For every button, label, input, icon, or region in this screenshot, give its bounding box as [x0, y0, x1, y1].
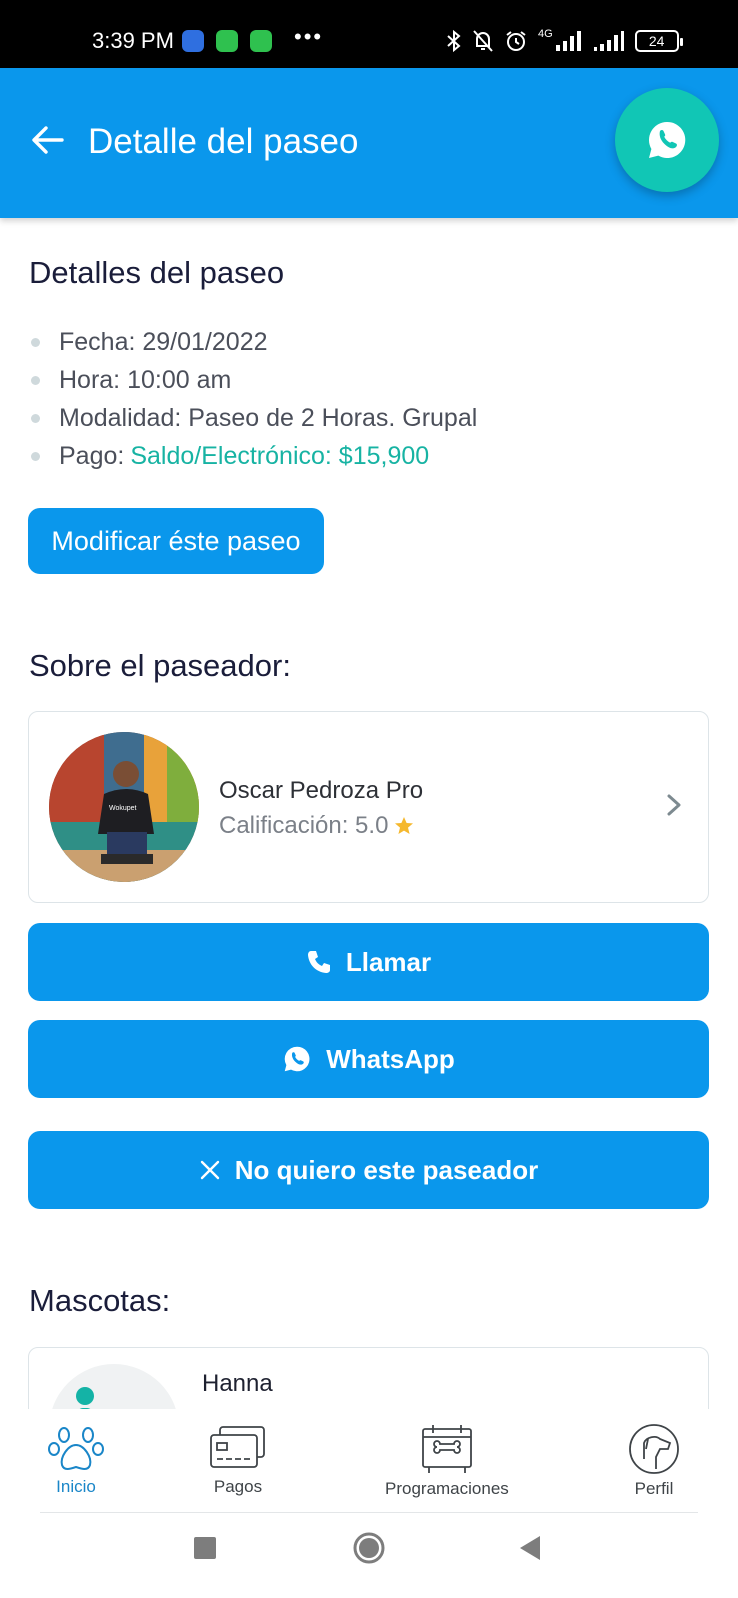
- nav-item-programaciones[interactable]: Programaciones: [385, 1423, 509, 1499]
- modify-walk-button[interactable]: Modificar éste paseo: [28, 508, 324, 574]
- details-section-title: Detalles del paseo: [29, 255, 285, 290]
- star-icon: [395, 817, 414, 834]
- detail-date: Fecha: 29/01/2022: [29, 323, 477, 361]
- reject-walker-button[interactable]: No quiero este paseador: [28, 1131, 709, 1209]
- nav-item-perfil[interactable]: Perfil: [626, 1423, 682, 1499]
- calendar-bone-icon: [421, 1425, 472, 1473]
- system-nav-bar: [0, 1513, 738, 1598]
- call-button[interactable]: Llamar: [28, 923, 709, 1001]
- reject-walker-label: No quiero este paseador: [234, 1154, 539, 1185]
- status-icons: 4G 24: [446, 28, 683, 54]
- more-notifications-icon: •••: [294, 24, 324, 49]
- whatsapp-icon: [648, 121, 686, 158]
- payment-label: Pago:: [59, 441, 125, 470]
- whatsapp-fab-button[interactable]: [615, 88, 719, 192]
- credit-card-icon: [210, 1426, 265, 1468]
- detail-modality: Modalidad: Paseo de 2 Horas. Grupal: [29, 399, 477, 437]
- signal-icon-2: [593, 31, 624, 51]
- walker-section-title: Sobre el paseador:: [29, 648, 291, 683]
- walker-photo: Wokupet: [49, 732, 199, 882]
- pet-name: Hanna: [202, 1370, 273, 1397]
- page-title: Detalle del paseo: [88, 122, 359, 161]
- nav-label-programaciones: Programaciones: [385, 1479, 509, 1498]
- call-button-label: Llamar: [345, 946, 432, 977]
- detail-time: Hora: 10:00 am: [29, 361, 477, 399]
- recents-icon[interactable]: [193, 1536, 217, 1560]
- bottom-nav: Inicio Pagos Programaciones Perfil: [0, 1409, 738, 1513]
- close-icon: [200, 1160, 219, 1180]
- details-list: Fecha: 29/01/2022 Hora: 10:00 am Modalid…: [29, 323, 477, 475]
- walker-shirt-text: Wokupet: [109, 805, 137, 812]
- whatsapp-button-label: WhatsApp: [326, 1043, 455, 1074]
- walker-card[interactable]: Wokupet Oscar Pedroza Pro Calificación: …: [28, 711, 709, 903]
- back-arrow-icon[interactable]: [30, 122, 66, 158]
- phone-icon: [307, 951, 330, 973]
- status-bar: 3:39 PM ••• 4G 24: [0, 0, 738, 68]
- walker-rating-text: Calificación: 5.0: [219, 812, 389, 839]
- network-type: 4G: [538, 28, 553, 40]
- status-time: 3:39 PM: [92, 28, 174, 53]
- whatsapp-button[interactable]: WhatsApp: [28, 1020, 709, 1098]
- detail-payment: Pago: Saldo/Electrónico: $15,900: [29, 437, 477, 475]
- nav-label-inicio: Inicio: [56, 1477, 96, 1496]
- chevron-right-icon: [667, 794, 681, 816]
- whatsapp-business-app-icon: [250, 30, 272, 52]
- nav-label-perfil: Perfil: [634, 1479, 674, 1498]
- back-nav-icon[interactable]: [518, 1535, 542, 1561]
- bluetooth-icon: [447, 29, 461, 53]
- payment-value: Saldo/Electrónico: $15,900: [130, 441, 430, 470]
- walker-name: Oscar Pedroza Pro: [219, 777, 424, 804]
- signal-icon: [555, 31, 581, 51]
- battery-icon: 24: [634, 30, 683, 52]
- nav-item-inicio[interactable]: Inicio: [48, 1423, 104, 1497]
- dog-profile-icon: [629, 1424, 679, 1474]
- walker-rating: Calificación: 5.0: [219, 812, 414, 840]
- pets-section-title: Mascotas:: [29, 1283, 171, 1318]
- messages-app-icon: [182, 30, 204, 52]
- whatsapp-icon: [284, 1046, 310, 1072]
- alarm-icon: [506, 31, 526, 51]
- paw-icon: [48, 1427, 104, 1470]
- walker-avatar: Wokupet: [49, 732, 199, 882]
- home-icon[interactable]: [352, 1531, 386, 1565]
- whatsapp-app-icon: [216, 30, 238, 52]
- bell-muted-icon: [473, 30, 493, 52]
- nav-item-pagos[interactable]: Pagos: [208, 1423, 268, 1497]
- nav-label-pagos: Pagos: [213, 1477, 263, 1496]
